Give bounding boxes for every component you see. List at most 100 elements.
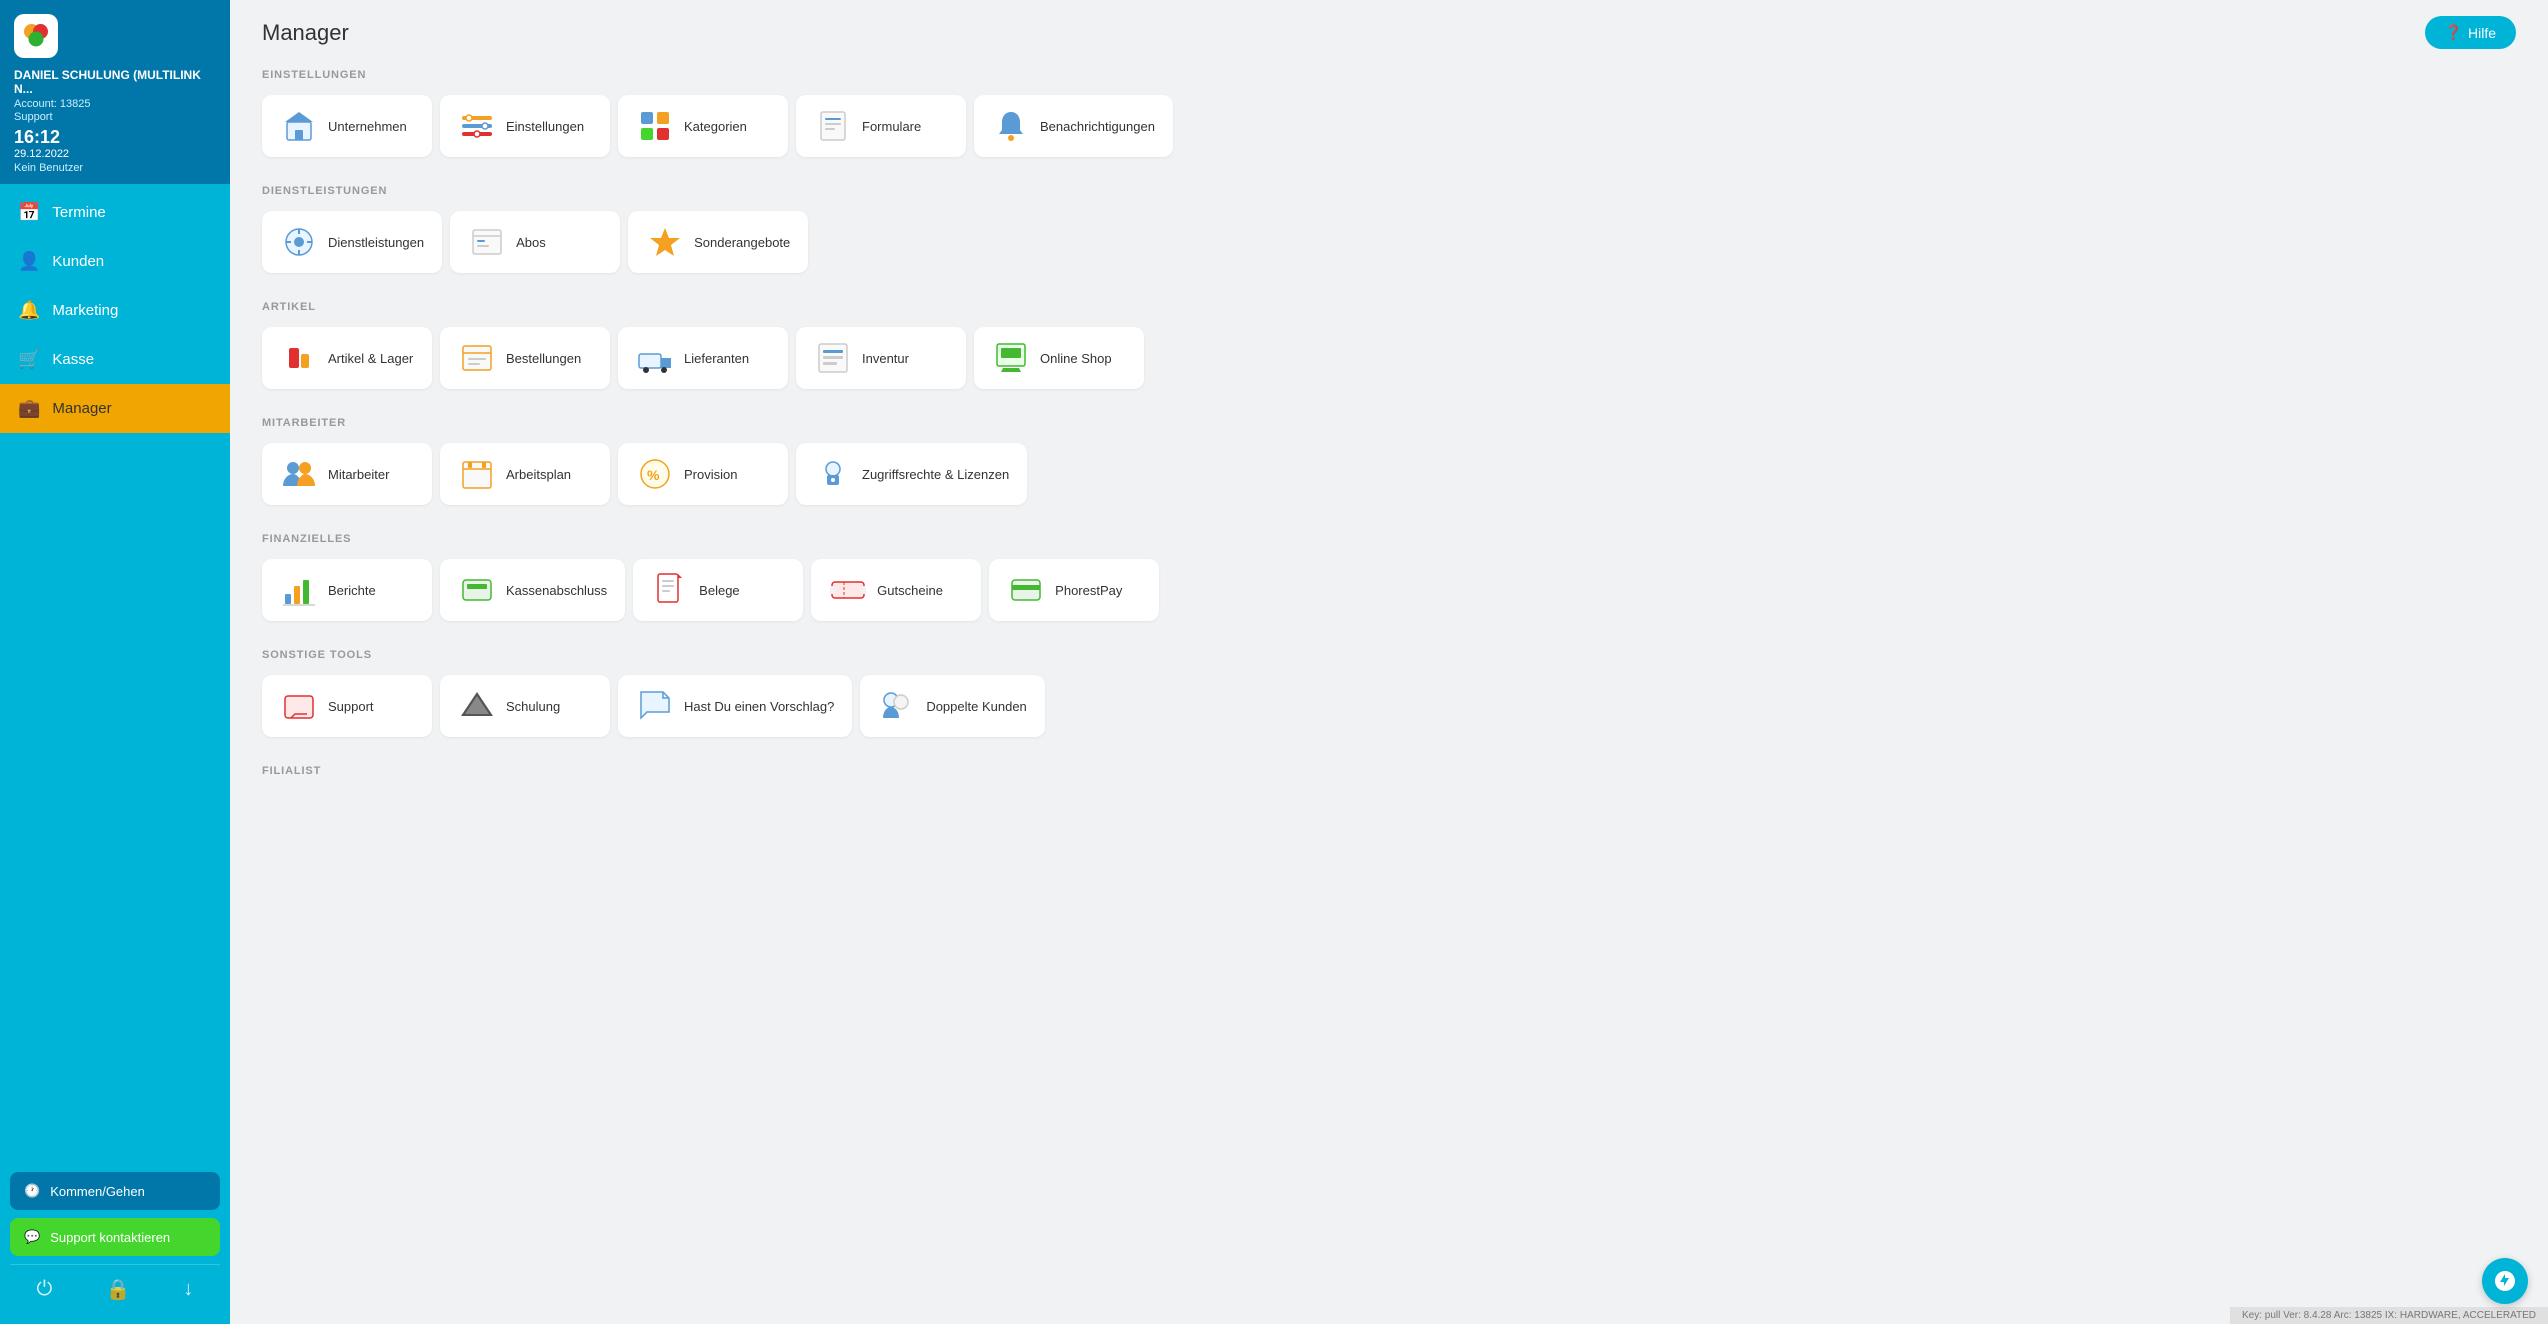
support-label: Support bbox=[328, 699, 374, 714]
manager-content: EINSTELLUNGEN Unternehmen Einstellungen Kat… bbox=[230, 49, 2548, 845]
grid-item-belege[interactable]: Belege bbox=[633, 559, 803, 621]
online-shop-label: Online Shop bbox=[1040, 351, 1112, 366]
grid-item-lieferanten[interactable]: Lieferanten bbox=[618, 327, 788, 389]
section-title-sonstige-tools: SONSTIGE TOOLS bbox=[262, 649, 2516, 661]
grid-item-inventur[interactable]: Inventur bbox=[796, 327, 966, 389]
artikel-lager-icon bbox=[280, 339, 318, 377]
online-shop-icon bbox=[992, 339, 1030, 377]
svg-text:%: % bbox=[647, 467, 660, 483]
app-logo bbox=[14, 14, 58, 58]
sidebar-footer: ⏻ 🔒 ↓ bbox=[10, 1264, 220, 1314]
grid-item-einstellungen[interactable]: Einstellungen bbox=[440, 95, 610, 157]
berichte-icon bbox=[280, 571, 318, 609]
question-icon: ❓ bbox=[2445, 24, 2462, 41]
provision-label: Provision bbox=[684, 467, 737, 482]
kategorien-icon bbox=[636, 107, 674, 145]
berichte-label: Berichte bbox=[328, 583, 376, 598]
abos-icon bbox=[468, 223, 506, 261]
main-content: Manager ❓ Hilfe EINSTELLUNGEN Unternehmen… bbox=[230, 0, 2548, 1324]
kasse-icon: 🛒 bbox=[18, 349, 40, 370]
grid-item-support[interactable]: Support bbox=[262, 675, 432, 737]
sidebar-item-label: Termine bbox=[52, 204, 105, 221]
items-grid-artikel: Artikel & Lager Bestellungen Lieferanten In… bbox=[262, 327, 2516, 389]
section-title-dienstleistungen: DIENSTLEISTUNGEN bbox=[262, 185, 2516, 197]
grid-item-formulare[interactable]: Formulare bbox=[796, 95, 966, 157]
dienstleistungen-label: Dienstleistungen bbox=[328, 235, 424, 250]
section-title-mitarbeiter: MITARBEITER bbox=[262, 417, 2516, 429]
zugriffsrechte-label: Zugriffsrechte & Lizenzen bbox=[862, 467, 1009, 482]
section-title-einstellungen: EINSTELLUNGEN bbox=[262, 69, 2516, 81]
topbar: Manager ❓ Hilfe bbox=[230, 0, 2548, 49]
mitarbeiter-icon bbox=[280, 455, 318, 493]
grid-item-zugriffsrechte[interactable]: Zugriffsrechte & Lizenzen bbox=[796, 443, 1027, 505]
grid-item-schulung[interactable]: Schulung bbox=[440, 675, 610, 737]
grid-item-arbeitsplan[interactable]: Arbeitsplan bbox=[440, 443, 610, 505]
grid-item-online-shop[interactable]: Online Shop bbox=[974, 327, 1144, 389]
formulare-icon bbox=[814, 107, 852, 145]
grid-item-artikel-lager[interactable]: Artikel & Lager bbox=[262, 327, 432, 389]
grid-item-abos[interactable]: Abos bbox=[450, 211, 620, 273]
section-filialist: FILIALIST bbox=[262, 765, 2516, 777]
user-support-label: Support bbox=[14, 111, 216, 123]
section-dienstleistungen: DIENSTLEISTUNGEN Dienstleistungen Abos Sond… bbox=[262, 185, 2516, 273]
support-kontaktieren-button[interactable]: 💬 Support kontaktieren bbox=[10, 1218, 220, 1256]
gutscheine-label: Gutscheine bbox=[877, 583, 943, 598]
download-icon[interactable]: ↓ bbox=[183, 1278, 193, 1301]
grid-item-doppelte-kunden[interactable]: Doppelte Kunden bbox=[860, 675, 1044, 737]
user-no-user: Kein Benutzer bbox=[14, 162, 216, 174]
sidebar: DANIEL SCHULUNG (MULTILINK N... Account:… bbox=[0, 0, 230, 1324]
grid-item-sonderangebote[interactable]: Sonderangebote bbox=[628, 211, 808, 273]
kassenabschluss-icon bbox=[458, 571, 496, 609]
vorschlag-label: Hast Du einen Vorschlag? bbox=[684, 699, 834, 714]
user-account: Account: 13825 bbox=[14, 98, 216, 110]
grid-item-unternehmen[interactable]: Unternehmen bbox=[262, 95, 432, 157]
grid-item-phorestpay[interactable]: PhorestPay bbox=[989, 559, 1159, 621]
sidebar-item-kasse[interactable]: 🛒 Kasse bbox=[0, 335, 230, 384]
grid-item-vorschlag[interactable]: Hast Du einen Vorschlag? bbox=[618, 675, 852, 737]
grid-item-gutscheine[interactable]: Gutscheine bbox=[811, 559, 981, 621]
power-icon[interactable]: ⏻ bbox=[37, 1278, 53, 1301]
grid-item-kassenabschluss[interactable]: Kassenabschluss bbox=[440, 559, 625, 621]
inventur-icon bbox=[814, 339, 852, 377]
grid-item-mitarbeiter[interactable]: Mitarbeiter bbox=[262, 443, 432, 505]
grid-item-provision[interactable]: % Provision bbox=[618, 443, 788, 505]
kommen-gehen-label: Kommen/Gehen bbox=[50, 1184, 145, 1199]
abos-label: Abos bbox=[516, 235, 546, 250]
sidebar-item-label: Kunden bbox=[52, 253, 104, 270]
doppelte-kunden-label: Doppelte Kunden bbox=[926, 699, 1026, 714]
grid-item-bestellungen[interactable]: Bestellungen bbox=[440, 327, 610, 389]
artikel-lager-label: Artikel & Lager bbox=[328, 351, 413, 366]
sidebar-item-marketing[interactable]: 🔔Marketing bbox=[0, 286, 230, 335]
kommen-gehen-button[interactable]: 🕐 Kommen/Gehen bbox=[10, 1172, 220, 1210]
hilfe-button[interactable]: ❓ Hilfe bbox=[2425, 16, 2516, 49]
grid-item-benachrichtigungen[interactable]: Benachrichtigungen bbox=[974, 95, 1173, 157]
support-icon: 💬 bbox=[24, 1229, 40, 1245]
phorestpay-icon bbox=[1007, 571, 1045, 609]
section-title-filialist: FILIALIST bbox=[262, 765, 2516, 777]
dienstleistungen-icon bbox=[280, 223, 318, 261]
termine-icon: 📅 bbox=[18, 202, 40, 223]
lock-icon[interactable]: 🔒 bbox=[105, 1277, 130, 1302]
items-grid-finanzielles: Berichte KassenabschlussBelege Gutscheine P… bbox=[262, 559, 2516, 621]
kategorien-label: Kategorien bbox=[684, 119, 747, 134]
hilfe-label: Hilfe bbox=[2468, 25, 2496, 41]
sidebar-item-termine[interactable]: 📅 Termine bbox=[0, 188, 230, 237]
lieferanten-label: Lieferanten bbox=[684, 351, 749, 366]
schulung-label: Schulung bbox=[506, 699, 560, 714]
section-title-artikel: ARTIKEL bbox=[262, 301, 2516, 313]
schulung-icon bbox=[458, 687, 496, 725]
grid-item-kategorien[interactable]: Kategorien bbox=[618, 95, 788, 157]
einstellungen-label: Einstellungen bbox=[506, 119, 584, 134]
sonderangebote-label: Sonderangebote bbox=[694, 235, 790, 250]
grid-item-berichte[interactable]: Berichte bbox=[262, 559, 432, 621]
sidebar-item-kunden[interactable]: 👤Kunden bbox=[0, 237, 230, 286]
unternehmen-icon bbox=[280, 107, 318, 145]
grid-item-dienstleistungen[interactable]: Dienstleistungen bbox=[262, 211, 442, 273]
sidebar-item-label: Kasse bbox=[52, 351, 94, 368]
clock-icon: 🕐 bbox=[24, 1183, 40, 1199]
section-title-finanzielles: FINANZIELLES bbox=[262, 533, 2516, 545]
fab-button[interactable] bbox=[2482, 1258, 2528, 1304]
sidebar-item-manager[interactable]: 💼Manager bbox=[0, 384, 230, 433]
sidebar-bottom: 🕐 Kommen/Gehen 💬 Support kontaktieren ⏻ … bbox=[0, 1162, 230, 1324]
sidebar-nav: 📅 Termine 👤Kunden🔔Marketing 🛒 Kasse 💼Manager bbox=[0, 184, 230, 1162]
